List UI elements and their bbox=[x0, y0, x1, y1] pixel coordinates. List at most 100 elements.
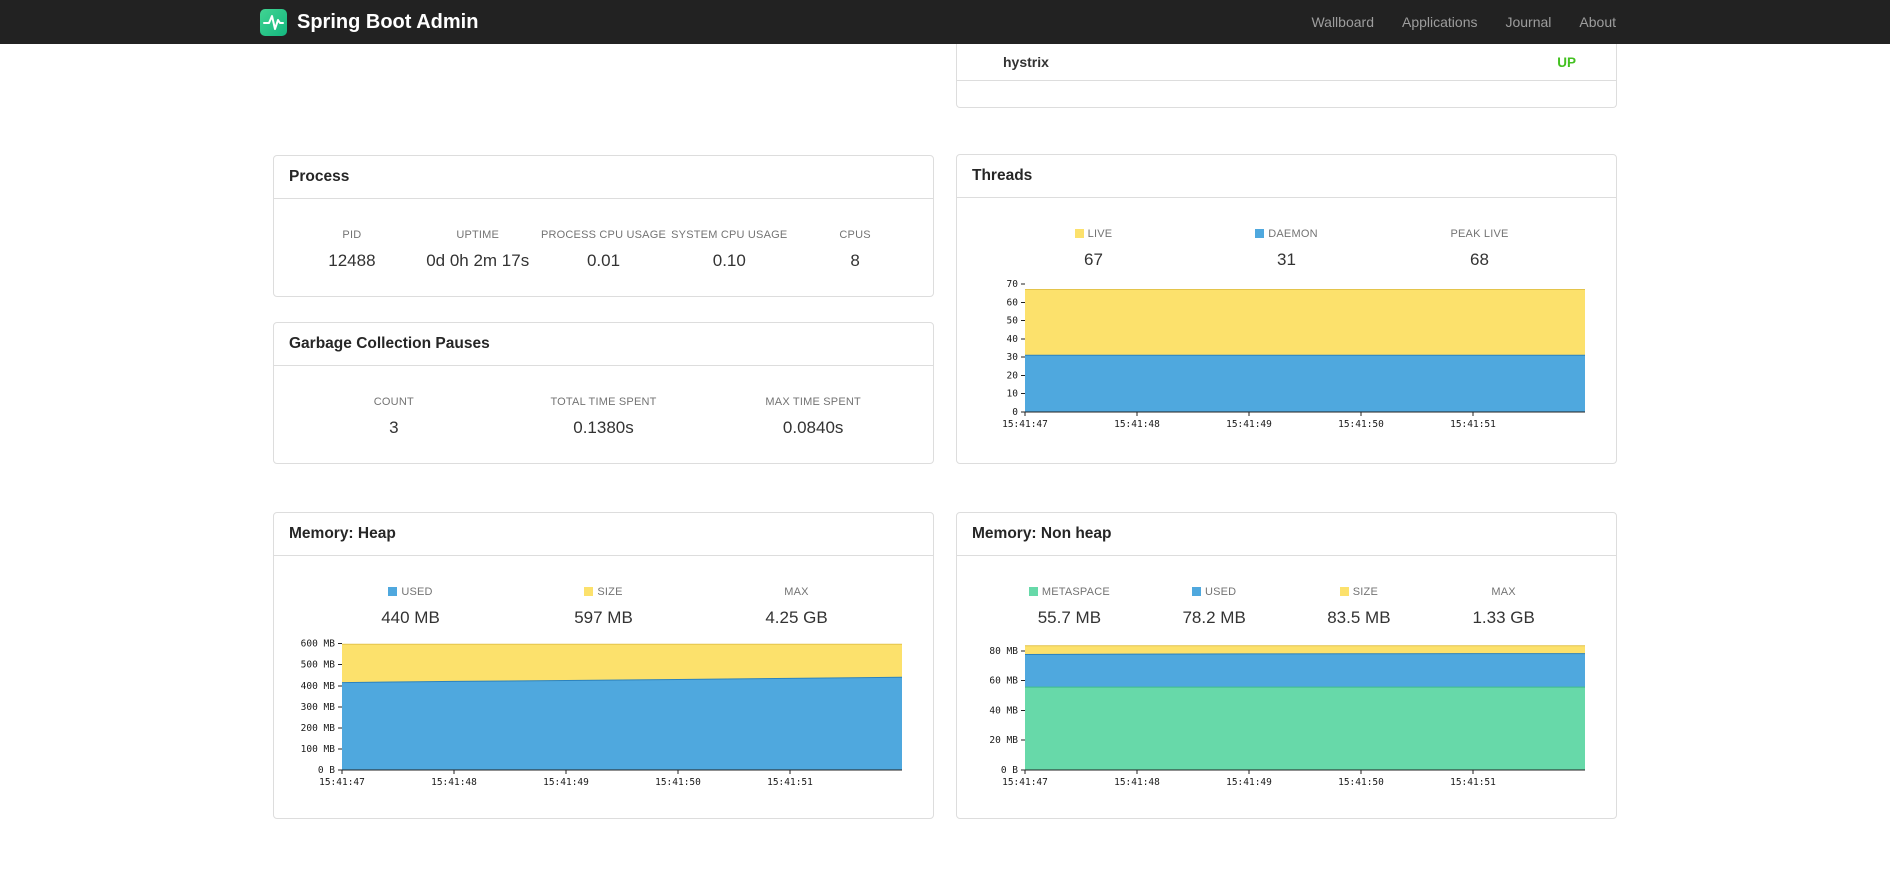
size-swatch bbox=[1339, 587, 1349, 596]
service-row-hystrix[interactable]: hystrix UP bbox=[957, 44, 1616, 81]
metric-gc-total-time: TOTAL TIME SPENT 0.1380s bbox=[499, 396, 709, 438]
svg-text:100 MB: 100 MB bbox=[301, 744, 336, 755]
legend-used: USED 78.2 MB bbox=[1142, 586, 1287, 628]
legend-value: 68 bbox=[1470, 250, 1489, 269]
gc-panel: Garbage Collection Pauses COUNT 3 TOTAL … bbox=[273, 322, 934, 464]
legend-label: MAX bbox=[784, 586, 809, 598]
metric-value: 8 bbox=[850, 251, 860, 270]
legend-value: 55.7 MB bbox=[1037, 608, 1102, 627]
right-column: hystrix UP Threads LIVE 67 DAEMON 31 PEA… bbox=[956, 44, 1617, 819]
threads-panel: Threads LIVE 67 DAEMON 31 PEAK LIVE 68 0… bbox=[956, 154, 1617, 464]
process-panel-title: Process bbox=[274, 156, 933, 199]
legend-label: METASPACE bbox=[1041, 586, 1110, 598]
memory-nonheap-title: Memory: Non heap bbox=[957, 513, 1616, 556]
size-swatch bbox=[584, 587, 594, 596]
svg-text:15:41:50: 15:41:50 bbox=[655, 777, 701, 788]
metric-value: 0.0840s bbox=[782, 418, 844, 437]
legend-label: LIVE bbox=[1087, 228, 1113, 240]
legend-metaspace: METASPACE 55.7 MB bbox=[997, 586, 1142, 628]
gc-metrics: COUNT 3 TOTAL TIME SPENT 0.1380s MAX TIM… bbox=[274, 366, 933, 438]
svg-text:70: 70 bbox=[1007, 279, 1019, 290]
svg-text:15:41:49: 15:41:49 bbox=[1226, 777, 1272, 788]
legend-label: SIZE bbox=[1352, 586, 1378, 598]
svg-text:15:41:49: 15:41:49 bbox=[543, 777, 589, 788]
brand-link[interactable]: Spring Boot Admin bbox=[260, 8, 479, 36]
metric-gc-max-time: MAX TIME SPENT 0.0840s bbox=[708, 396, 918, 438]
svg-text:0 B: 0 B bbox=[318, 765, 335, 776]
legend-value: 78.2 MB bbox=[1182, 608, 1246, 627]
svg-text:30: 30 bbox=[1007, 352, 1019, 363]
metric-uptime: UPTIME 0d 0h 2m 17s bbox=[415, 229, 541, 271]
legend-live: LIVE 67 bbox=[997, 228, 1190, 270]
nav-links: Wallboard Applications Journal About bbox=[1297, 0, 1630, 44]
legend-value: 31 bbox=[1277, 250, 1296, 269]
svg-text:40 MB: 40 MB bbox=[989, 705, 1018, 716]
left-column: Process PID 12488 UPTIME 0d 0h 2m 17s PR… bbox=[273, 44, 934, 819]
legend-value: 440 MB bbox=[381, 608, 440, 627]
legend-daemon: DAEMON 31 bbox=[1190, 228, 1383, 270]
legend-label: USED bbox=[1204, 586, 1237, 598]
svg-text:40: 40 bbox=[1007, 334, 1019, 345]
metric-value: 12488 bbox=[328, 251, 376, 270]
svg-text:15:41:49: 15:41:49 bbox=[1226, 419, 1272, 430]
metric-value: 0.01 bbox=[586, 251, 621, 270]
svg-text:500 MB: 500 MB bbox=[301, 660, 336, 671]
svg-text:10: 10 bbox=[1007, 389, 1019, 400]
legend-size: SIZE 83.5 MB bbox=[1287, 586, 1432, 628]
metric-process-cpu: PROCESS CPU USAGE 0.01 bbox=[541, 229, 667, 271]
legend-used: USED 440 MB bbox=[314, 586, 507, 628]
legend-value: 597 MB bbox=[574, 608, 633, 627]
daemon-swatch bbox=[1255, 229, 1265, 238]
legend-value: 83.5 MB bbox=[1327, 608, 1391, 627]
metric-label: COUNT bbox=[373, 396, 414, 408]
metric-label: PROCESS CPU USAGE bbox=[540, 229, 667, 241]
memory-heap-chart: 0 B 100 MB 200 MB 300 MB 400 MB 500 MB 600 MB 1… bbox=[284, 634, 933, 797]
svg-text:0: 0 bbox=[1012, 407, 1018, 418]
metric-pid: PID 12488 bbox=[289, 229, 415, 271]
memory-nonheap-legend: METASPACE 55.7 MB USED 78.2 MB SIZE 83.5… bbox=[957, 556, 1616, 628]
metaspace-swatch bbox=[1028, 587, 1038, 596]
nav-item-journal[interactable]: Journal bbox=[1491, 0, 1565, 44]
legend-label: PEAK LIVE bbox=[1450, 228, 1509, 240]
svg-text:15:41:51: 15:41:51 bbox=[1450, 777, 1496, 788]
memory-heap-panel: Memory: Heap USED 440 MB SIZE 597 MB MAX… bbox=[273, 512, 934, 819]
metric-system-cpu: SYSTEM CPU USAGE 0.10 bbox=[666, 229, 792, 271]
svg-text:20 MB: 20 MB bbox=[989, 735, 1018, 746]
svg-text:50: 50 bbox=[1007, 316, 1019, 327]
process-metrics: PID 12488 UPTIME 0d 0h 2m 17s PROCESS CP… bbox=[274, 199, 933, 271]
main-content: Process PID 12488 UPTIME 0d 0h 2m 17s PR… bbox=[273, 44, 1617, 819]
legend-max: MAX 4.25 GB bbox=[700, 586, 893, 628]
svg-text:15:41:48: 15:41:48 bbox=[1114, 419, 1160, 430]
top-navbar: Spring Boot Admin Wallboard Applications… bbox=[0, 0, 1890, 44]
metric-label: PID bbox=[342, 229, 362, 241]
metric-value: 3 bbox=[389, 418, 399, 437]
legend-label: SIZE bbox=[597, 586, 623, 598]
svg-text:15:41:48: 15:41:48 bbox=[1114, 777, 1160, 788]
nav-item-about[interactable]: About bbox=[1565, 0, 1630, 44]
status-badge: UP bbox=[1557, 54, 1576, 70]
legend-label: MAX bbox=[1491, 586, 1516, 598]
threads-chart: 0 10 20 30 40 50 60 70 15:41:47 15:41:48 15:41:49 1… bbox=[967, 276, 1616, 439]
legend-size: SIZE 597 MB bbox=[507, 586, 700, 628]
nav-item-wallboard[interactable]: Wallboard bbox=[1297, 0, 1388, 44]
brand-title: Spring Boot Admin bbox=[297, 10, 479, 33]
svg-text:15:41:48: 15:41:48 bbox=[431, 777, 477, 788]
svg-text:600 MB: 600 MB bbox=[301, 639, 336, 650]
metric-gc-count: COUNT 3 bbox=[289, 396, 499, 438]
used-swatch bbox=[1191, 587, 1201, 596]
nav-item-applications[interactable]: Applications bbox=[1388, 0, 1492, 44]
svg-text:80 MB: 80 MB bbox=[989, 646, 1018, 657]
svg-text:60 MB: 60 MB bbox=[989, 676, 1018, 687]
gc-panel-title: Garbage Collection Pauses bbox=[274, 323, 933, 366]
metric-label: SYSTEM CPU USAGE bbox=[671, 229, 788, 241]
svg-text:15:41:50: 15:41:50 bbox=[1338, 777, 1384, 788]
legend-value: 67 bbox=[1084, 250, 1103, 269]
svg-text:15:41:50: 15:41:50 bbox=[1338, 419, 1384, 430]
legend-label: USED bbox=[401, 586, 433, 598]
metric-value: 0.1380s bbox=[573, 418, 634, 437]
process-panel: Process PID 12488 UPTIME 0d 0h 2m 17s PR… bbox=[273, 155, 934, 297]
memory-heap-legend: USED 440 MB SIZE 597 MB MAX 4.25 GB bbox=[274, 556, 933, 628]
memory-nonheap-chart: 0 B 20 MB 40 MB 60 MB 80 MB 15:41:47 15:41:48 1… bbox=[967, 634, 1616, 797]
legend-value: 4.25 GB bbox=[765, 608, 828, 627]
used-swatch bbox=[388, 587, 398, 596]
